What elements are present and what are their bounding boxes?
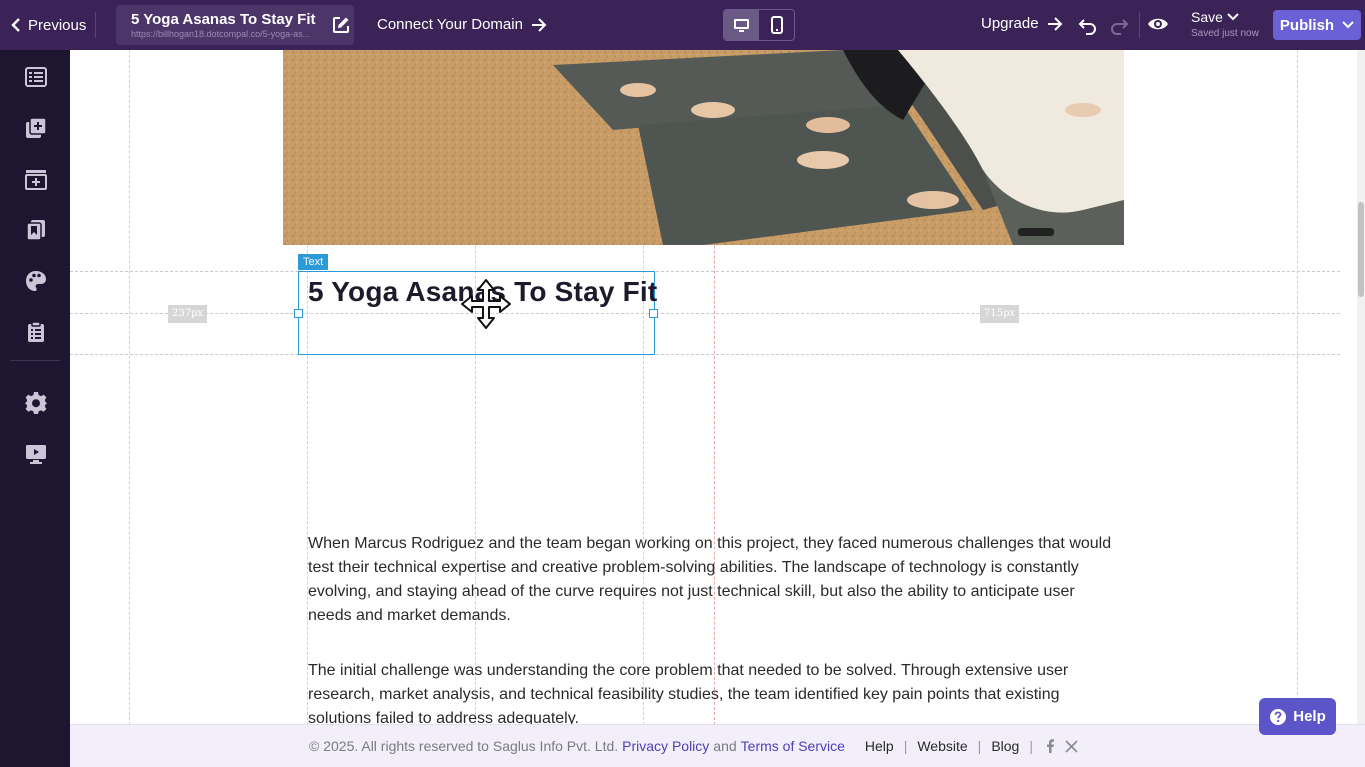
help-button[interactable]: Help (1259, 698, 1336, 735)
add-page-icon[interactable] (24, 116, 48, 140)
publish-button[interactable]: Publish (1273, 10, 1361, 40)
save-button[interactable]: Save Saved just now (1191, 9, 1259, 39)
bookmark-icon[interactable] (24, 218, 48, 242)
guide-line (129, 50, 130, 725)
upgrade-button[interactable]: Upgrade (981, 15, 1063, 32)
clipboard-icon[interactable] (24, 320, 48, 344)
resize-handle-left[interactable] (294, 309, 303, 318)
section-icon[interactable] (24, 167, 48, 191)
footer-separator: | (977, 738, 982, 754)
arrow-right-icon (1047, 16, 1062, 31)
left-spacing-tag: 237px (168, 305, 208, 323)
yoga-class-photo (283, 50, 1124, 245)
chevron-left-icon (11, 18, 20, 32)
publish-label: Publish (1279, 16, 1335, 34)
privacy-policy-link[interactable]: Privacy Policy (622, 738, 709, 754)
mobile-view-button[interactable] (759, 10, 794, 40)
guide-line (1297, 50, 1298, 725)
list-icon[interactable] (24, 65, 48, 89)
guide-line (70, 313, 1340, 314)
guide-line (70, 271, 1340, 272)
connect-domain-button[interactable]: Connect Your Domain (377, 16, 547, 33)
question-circle-icon (1270, 708, 1287, 725)
chevron-down-icon (1227, 13, 1239, 21)
arrow-right-icon (531, 17, 547, 32)
hero-image[interactable] (283, 50, 1124, 245)
footer: © 2025. All rights reserved to Saglus In… (70, 724, 1365, 767)
right-spacing-tag: 715px (980, 305, 1020, 323)
paragraph[interactable]: When Marcus Rodriguez and the team began… (308, 532, 1118, 628)
previous-button[interactable]: Previous (10, 13, 86, 37)
desktop-view-button[interactable] (724, 10, 759, 40)
page-title: 5 Yoga Asanas To Stay Fit (131, 11, 316, 28)
footer-website-link[interactable]: Website (917, 738, 967, 754)
divider (1139, 12, 1140, 38)
previous-label: Previous (28, 16, 87, 34)
element-type-tag: Text (298, 254, 329, 270)
footer-help-link[interactable]: Help (865, 738, 894, 754)
footer-separator: | (903, 738, 908, 754)
gear-icon[interactable] (24, 391, 48, 415)
facebook-icon[interactable] (1045, 739, 1055, 753)
x-twitter-icon[interactable] (1065, 739, 1078, 753)
palette-icon[interactable] (24, 269, 48, 293)
chevron-down-icon (1342, 21, 1354, 29)
desktop-icon (734, 18, 749, 32)
undo-icon[interactable] (1078, 15, 1098, 35)
footer-blog-link[interactable]: Blog (991, 738, 1019, 754)
redo-icon[interactable] (1109, 15, 1129, 35)
save-label: Save (1191, 9, 1223, 25)
editor-canvas[interactable]: 237px 715px Text 5 Yoga Asanas To Stay F… (70, 50, 1365, 725)
upgrade-label: Upgrade (981, 15, 1039, 32)
device-toggle (723, 9, 795, 41)
mobile-icon (770, 16, 783, 34)
sidebar (0, 50, 70, 767)
move-cursor-icon (461, 279, 511, 329)
save-status: Saved just now (1191, 28, 1259, 39)
preview-eye-icon[interactable] (1147, 14, 1169, 34)
presentation-icon[interactable] (24, 442, 48, 466)
paragraph[interactable]: The initial challenge was understanding … (308, 659, 1118, 725)
and-text: and (713, 738, 737, 754)
scrollbar-thumb[interactable] (1358, 202, 1364, 297)
page-url: https://billhogan18.dotcompal.co/5-yoga-… (131, 29, 311, 39)
help-label: Help (1293, 708, 1326, 725)
footer-separator: | (1029, 738, 1033, 754)
top-bar: Previous 5 Yoga Asanas To Stay Fit https… (0, 0, 1365, 50)
resize-handle-right[interactable] (649, 309, 658, 318)
connect-domain-label: Connect Your Domain (377, 16, 523, 33)
edit-icon[interactable] (332, 16, 350, 34)
page-title-box[interactable]: 5 Yoga Asanas To Stay Fit https://billho… (116, 5, 354, 45)
guide-line (70, 354, 1340, 355)
sidebar-divider (10, 360, 60, 361)
terms-of-service-link[interactable]: Terms of Service (741, 738, 845, 754)
scrollbar[interactable] (1357, 50, 1365, 725)
divider (95, 12, 96, 38)
copyright-text: © 2025. All rights reserved to Saglus In… (309, 738, 619, 754)
